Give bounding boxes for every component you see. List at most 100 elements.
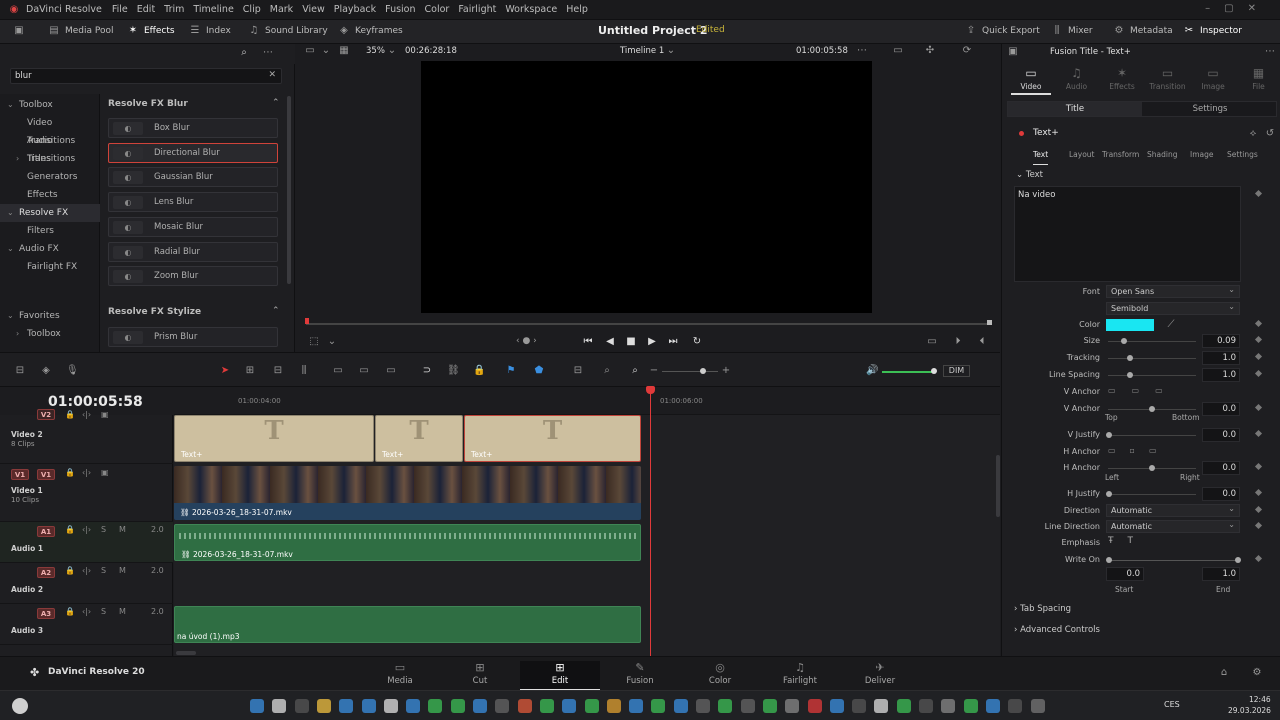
timeline-view-icon[interactable]: ⊟ (14, 365, 26, 377)
track-badge-v2[interactable]: V2 (37, 409, 55, 420)
keyframe-diamond-icon[interactable] (1254, 429, 1263, 438)
clear-icon[interactable]: ✕ (268, 70, 276, 80)
lock-icon[interactable]: 🔒 (65, 566, 75, 575)
display-icon[interactable]: ▭ (892, 45, 904, 57)
section-text-header[interactable]: ⌄ Text (1016, 170, 1043, 180)
mute-button[interactable]: M (119, 525, 126, 534)
menu-file[interactable]: File (112, 4, 128, 15)
taskbar-app-icon[interactable] (919, 699, 933, 713)
lock-icon[interactable]: 🔒 (65, 607, 75, 616)
auto-select-icon[interactable]: ‹|› (82, 566, 91, 575)
collapse-chevron-icon[interactable]: ⌃ (272, 306, 280, 316)
zoom-in-icon[interactable]: + (720, 365, 732, 377)
play-icon[interactable]: ▶ (646, 336, 658, 348)
index-button[interactable]: ☰ Index (189, 25, 231, 37)
write-on-slider[interactable] (1108, 560, 1238, 561)
audio-clip-music[interactable]: na úvod (1).mp3 (174, 606, 641, 643)
track-header-a2[interactable]: A2 🔒 ‹|› S M 2.0 Audio 2 (0, 563, 173, 604)
effects-scrollbar[interactable] (287, 96, 291, 284)
zoom-out-icon[interactable]: − (648, 365, 660, 377)
solo-button[interactable]: S (101, 566, 106, 575)
monitor-icon[interactable]: ▣ (101, 410, 109, 419)
track-header-a3[interactable]: A3 🔒 ‹|› S M 2.0 Audio 3 (0, 604, 173, 645)
page-tab-fairlight[interactable]: ♫ Fairlight (760, 661, 840, 686)
tree-item-audio-fx[interactable]: ⌄ Audio FX (0, 240, 100, 258)
tree-item-effects[interactable]: Effects (0, 186, 100, 204)
mixer-button[interactable]: ⫼ Mixer (1051, 25, 1093, 37)
reset-icon[interactable]: ↺ (1264, 128, 1276, 140)
playhead-handle[interactable] (646, 386, 655, 394)
effects-search-input[interactable]: blur ✕ (10, 68, 282, 84)
audio-clip[interactable]: ⛓ 2026-03-26_18-31-07.mkv (174, 524, 641, 561)
taskbar-app-icon[interactable] (517, 699, 532, 713)
tree-item-titles[interactable]: › Titles (0, 150, 100, 168)
page-tab-media[interactable]: ▭ Media (360, 661, 440, 686)
effect-item-box-blur[interactable]: ◐ Box Blur (108, 118, 278, 138)
keyframe-diamond-icon[interactable] (1254, 352, 1263, 361)
page-tab-cut[interactable]: ⊞ Cut (440, 661, 520, 686)
select-tool-icon[interactable]: ➤ (219, 365, 231, 377)
effect-item-directional-blur[interactable]: ◐ Directional Blur (108, 142, 278, 163)
monitor-icon[interactable]: ▣ (101, 468, 109, 477)
line-spacing-knob[interactable] (1127, 372, 1133, 378)
zoom-knob[interactable] (700, 368, 706, 374)
clock-time[interactable]: 12:46 (1249, 695, 1271, 704)
property-tab-transform[interactable]: Transform (1102, 150, 1139, 159)
chevron-down-icon[interactable]: ⌄ (320, 45, 332, 57)
taskbar-app-icon[interactable] (406, 699, 421, 713)
options-icon[interactable]: ⋯ (856, 45, 868, 57)
keyframe-diamond-icon[interactable] (1254, 488, 1263, 497)
taskbar-app-icon[interactable] (428, 699, 443, 713)
taskbar-app-icon[interactable] (316, 699, 331, 713)
h-justify-slider[interactable] (1108, 494, 1196, 495)
tree-item-video-transitions[interactable]: Video Transitions (0, 114, 100, 146)
solo-button[interactable]: S (101, 525, 106, 534)
match-frame-icon[interactable]: ▭ (926, 336, 938, 348)
taskbar-app-icon[interactable] (874, 699, 889, 713)
collapse-chevron-icon[interactable]: ⌃ (272, 98, 280, 108)
last-frame-icon[interactable]: ⏭ (667, 336, 679, 348)
source-patch-v1[interactable]: V1 (11, 469, 29, 480)
flag-icon[interactable]: ⚑ (505, 365, 517, 377)
menu-fairlight[interactable]: Fairlight (458, 4, 496, 15)
menu-mark[interactable]: Mark (270, 4, 293, 15)
inspector-button[interactable]: ✂ Inspector (1183, 25, 1242, 37)
v-anchor-buttons[interactable]: ▭▭▭ (1108, 386, 1179, 395)
title-clip-selected[interactable]: T Text+ (464, 415, 641, 462)
dim-button[interactable]: DIM (943, 365, 970, 377)
horizontal-scrollbar[interactable] (176, 651, 196, 655)
chevron-down-icon[interactable]: ⌄ (326, 336, 338, 348)
settings-icon[interactable]: ⚙ (1251, 667, 1263, 679)
auto-select-icon[interactable]: ‹|› (82, 468, 91, 477)
keyframe-diamond-icon[interactable] (1254, 403, 1263, 412)
keyframe-diamond-icon[interactable] (1254, 369, 1263, 378)
write-on-start-knob[interactable] (1106, 557, 1112, 563)
taskbar-app-icon[interactable] (361, 699, 376, 713)
playhead[interactable] (646, 386, 655, 656)
effect-item-zoom-blur[interactable]: ◐ Zoom Blur (108, 266, 278, 287)
sound-library-button[interactable]: ♫ Sound Library (248, 25, 328, 37)
style-dropdown[interactable]: Semibold (1106, 301, 1240, 315)
track-badge-v1[interactable]: V1 (37, 469, 55, 480)
auto-select-icon[interactable]: ‹|› (82, 607, 91, 616)
tree-item-audio-transitions[interactable]: Audio Transitions (0, 132, 100, 164)
scrub-head[interactable] (305, 318, 309, 324)
overwrite-icon[interactable]: ▭ (358, 365, 370, 377)
timeline-chevron-icon[interactable]: ⌄ (665, 45, 677, 57)
inspector-tab-audio[interactable]: ♫ Audio (1057, 66, 1097, 91)
first-frame-icon[interactable]: ⏮ (582, 336, 594, 348)
tracking-value[interactable]: 1.0 (1202, 351, 1240, 365)
effect-item-lens-blur[interactable]: ◐ Lens Blur (108, 192, 278, 213)
audio-meter-icon[interactable]: ◈ (40, 365, 52, 377)
search-icon[interactable]: ⌕ (238, 47, 250, 59)
taskbar-app-icon[interactable] (740, 699, 755, 713)
size-knob[interactable] (1121, 338, 1127, 344)
v-justify-value[interactable]: 0.0 (1202, 428, 1240, 442)
title-clip[interactable]: T Text+ (174, 415, 374, 462)
h-justify-knob[interactable] (1106, 491, 1112, 497)
track-badge-a1[interactable]: A1 (37, 526, 55, 537)
zoom-detail-icon[interactable]: ⌕ (601, 365, 613, 377)
keyframe-diamond-icon[interactable] (1254, 189, 1263, 198)
taskbar-app-icon[interactable] (673, 699, 688, 713)
taskbar-app-icon[interactable] (852, 699, 867, 713)
